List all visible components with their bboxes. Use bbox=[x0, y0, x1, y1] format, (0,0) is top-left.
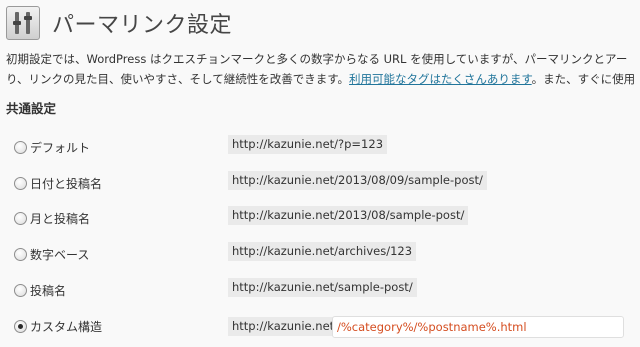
option-month-and-name[interactable]: 月と投稿名 bbox=[14, 208, 90, 228]
option-custom-structure[interactable]: カスタム構造 bbox=[14, 316, 102, 336]
option-label: カスタム構造 bbox=[30, 319, 103, 334]
option-label: デフォルト bbox=[30, 140, 91, 155]
option-label: 月と投稿名 bbox=[30, 211, 91, 226]
option-label: 数字ベース bbox=[30, 247, 90, 262]
intro-line-1: 初期設定では、WordPress はクエスチョンマークと多くの数字からなる UR… bbox=[6, 52, 628, 66]
example-url-post-name: http://kazunie.net/sample-post/ bbox=[228, 278, 417, 297]
available-tags-link[interactable]: 利用可能なタグはたくさんあります bbox=[349, 72, 532, 86]
option-default[interactable]: デフォルト bbox=[14, 137, 90, 157]
option-label: 日付と投稿名 bbox=[30, 176, 103, 191]
settings-icon bbox=[6, 6, 40, 40]
option-label: 投稿名 bbox=[30, 283, 67, 298]
example-url-numeric: http://kazunie.net/archives/123 bbox=[228, 242, 417, 261]
intro-line-2: り、リンクの見た目、使いやすさ、そして継続性を改善できます。利用可能なタグはたく… bbox=[6, 69, 640, 89]
intro-line-2-before: り、リンクの見た目、使いやすさ、そして継続性を改善できます。 bbox=[6, 72, 350, 86]
radio-date-and-name[interactable] bbox=[14, 176, 27, 190]
custom-structure-input[interactable] bbox=[332, 316, 624, 338]
common-settings-title: 共通設定 bbox=[6, 101, 57, 116]
example-url-default: http://kazunie.net/?p=123 bbox=[228, 135, 388, 154]
radio-numeric[interactable] bbox=[14, 247, 27, 261]
page-header: パーマリンク設定 bbox=[6, 6, 232, 40]
option-date-and-name[interactable]: 日付と投稿名 bbox=[14, 173, 102, 193]
option-post-name[interactable]: 投稿名 bbox=[14, 280, 66, 300]
radio-month-and-name[interactable] bbox=[14, 211, 27, 225]
permalink-settings-page: パーマリンク設定 初期設定では、WordPress はクエスチョンマークと多くの… bbox=[0, 0, 640, 347]
example-url-date-and-name: http://kazunie.net/2013/08/09/sample-pos… bbox=[228, 171, 487, 190]
radio-custom-structure[interactable] bbox=[14, 319, 27, 333]
intro-line-2-after: 。また、すぐに使用 bbox=[531, 72, 636, 86]
radio-post-name[interactable] bbox=[14, 283, 27, 297]
intro-text: 初期設定では、WordPress はクエスチョンマークと多くの数字からなる UR… bbox=[6, 49, 640, 89]
page-title: パーマリンク設定 bbox=[52, 13, 233, 38]
custom-structure-base-url: http://kazunie.net bbox=[228, 317, 339, 336]
example-url-month-and-name: http://kazunie.net/2013/08/sample-post/ bbox=[228, 206, 469, 225]
option-numeric[interactable]: 数字ベース bbox=[14, 244, 89, 264]
radio-default[interactable] bbox=[14, 140, 27, 154]
